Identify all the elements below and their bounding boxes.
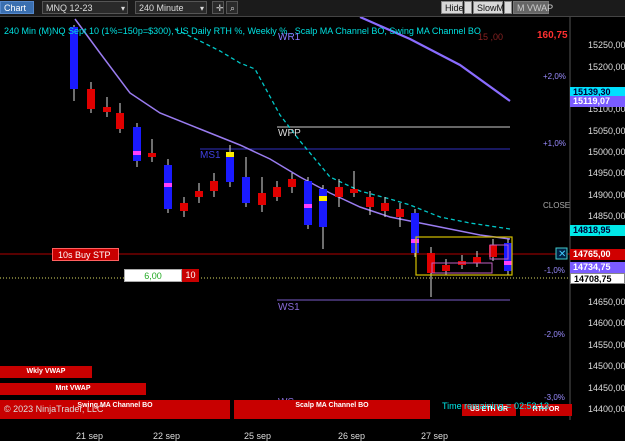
wkly-vwap-button[interactable]: Wkly VWAP [0, 366, 92, 378]
candle [133, 127, 141, 161]
toolbar: Chart MNQ 12-23 240 Minute ✛ ⌕ Hide Slow… [0, 0, 625, 17]
pct-label: -2,0% [544, 330, 565, 339]
close-label: CLOSE [543, 201, 571, 210]
price-tag-channel: 14818,95 [570, 225, 625, 236]
scalp-ma-channel-button[interactable]: Scalp MA Channel BO [234, 400, 430, 419]
price-chart[interactable]: ✕ [0, 17, 625, 420]
price-axis-label: 14450,00 [588, 383, 625, 393]
candle [411, 213, 419, 253]
buy-stop-order-label[interactable]: 10s Buy STP [52, 248, 119, 261]
candle [381, 203, 389, 211]
candle [273, 187, 281, 197]
candle [103, 107, 111, 112]
price-axis-label: 15000,00 [588, 147, 625, 157]
ws1-label: WS1 [278, 302, 300, 313]
price-axis-label: 14900,00 [588, 190, 625, 200]
candle [366, 197, 374, 207]
hide-toggle[interactable] [464, 1, 472, 14]
wr1-label: WR1 [278, 32, 301, 43]
candle [70, 27, 78, 89]
price-tag-fast-ma: 14734,75 [570, 262, 625, 273]
candle [396, 209, 404, 217]
copyright: © 2023 NinjaTrader, LLC [4, 404, 104, 414]
hide-button[interactable]: Hide [441, 1, 464, 14]
close-icon: ✕ [558, 249, 566, 260]
interval-selector[interactable]: 240 Minute [135, 1, 207, 15]
slow-ma-toggle[interactable] [504, 1, 512, 14]
price-tag-buy-stop: 14765,00 [570, 249, 625, 260]
candle [258, 193, 266, 205]
candle [288, 179, 296, 187]
instrument-selector[interactable]: MNQ 12-23 [42, 1, 128, 15]
order-quantity[interactable]: 10 [182, 269, 199, 282]
instrument-label: MNQ 12-23 [46, 3, 93, 13]
candle [195, 191, 203, 197]
candle [148, 153, 156, 157]
candle [304, 181, 312, 225]
pct-label: +1,0% [543, 139, 566, 148]
header-price-red: 160,75 [537, 30, 568, 41]
price-axis-label: 15250,00 [588, 40, 625, 50]
price-tag-last: 14708,75 [570, 273, 625, 284]
time-axis: 21 sep 22 sep 25 sep 26 sep 27 sep [0, 420, 625, 441]
mnt-vwap-button[interactable]: Mnt VWAP [0, 383, 146, 395]
price-tag-slow-ma-2: 15119,07 [570, 96, 625, 107]
order-price-value[interactable]: 6,00 [124, 269, 182, 282]
header-price-faint: 15 ,00 [478, 32, 504, 42]
candle [319, 189, 327, 227]
price-axis-label: 14500,00 [588, 361, 625, 371]
price-axis-label: 14850,00 [588, 211, 625, 221]
m-vwap-button[interactable]: M VWAP [513, 1, 553, 14]
candle [442, 265, 450, 271]
pct-label: +2,0% [543, 72, 566, 81]
candle [242, 177, 250, 203]
interval-label: 240 Minute [139, 3, 184, 13]
price-axis-label: 15050,00 [588, 126, 625, 136]
candle [473, 257, 481, 263]
price-axis-label: 14650,00 [588, 297, 625, 307]
price-axis-label: 15200,00 [588, 62, 625, 72]
chart-background [0, 17, 625, 420]
price-axis-label: 14550,00 [588, 340, 625, 350]
candle [350, 189, 358, 193]
chart-title: 240 Min (M)NQ Sept 10 (1%=150p=$300), US… [4, 26, 481, 36]
ms1-label: MS1 [200, 150, 221, 161]
candle [180, 203, 188, 211]
wpp-label: WPP [278, 128, 301, 139]
price-axis-label: 14600,00 [588, 318, 625, 328]
candle [87, 89, 95, 109]
pct-label: -1,0% [544, 266, 565, 275]
crosshair-icon[interactable]: ✛ [212, 1, 224, 14]
time-remaining: Time remaining = 02:53:13 [442, 401, 549, 411]
candle [335, 187, 343, 197]
zoom-icon[interactable]: ⌕ [226, 1, 238, 14]
candle [116, 113, 124, 129]
price-axis-label: 14950,00 [588, 168, 625, 178]
chart-tab[interactable]: Chart [0, 1, 34, 14]
price-axis-label: 14400,00 [588, 404, 625, 414]
candle [210, 181, 218, 191]
slow-ma-button[interactable]: SlowMA [473, 1, 510, 14]
